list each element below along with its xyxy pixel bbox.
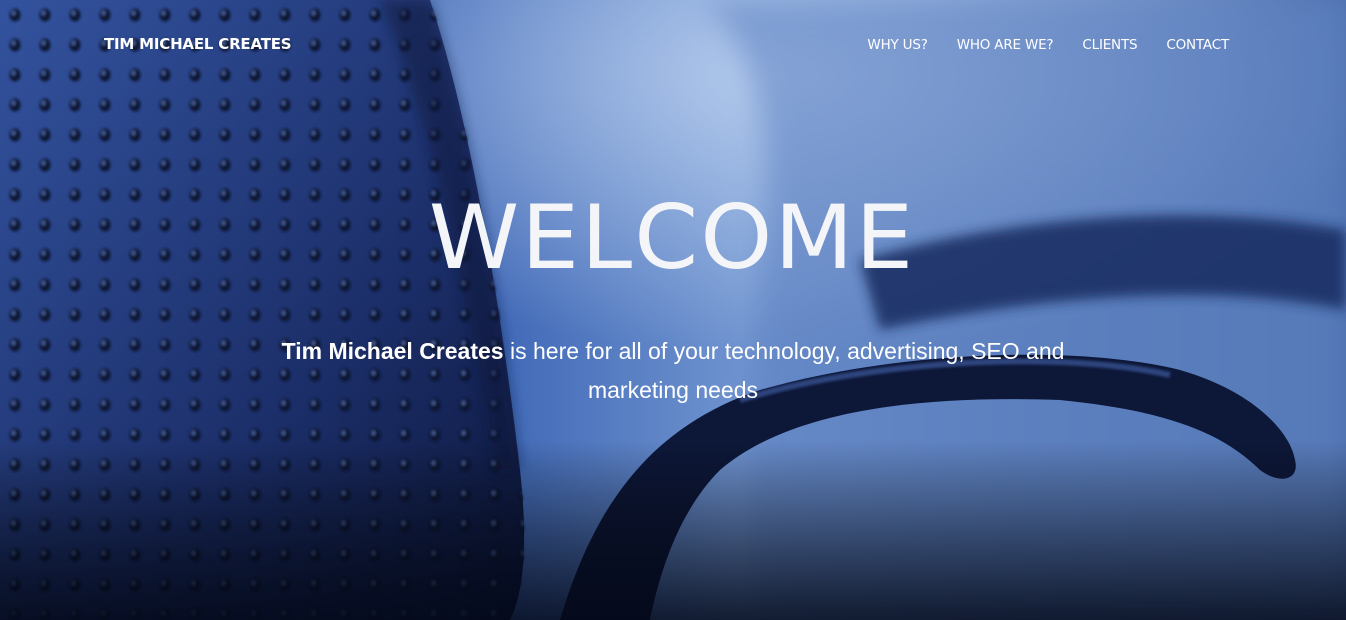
hero-background-image	[0, 0, 1346, 620]
nav-item-contact: CONTACT	[1166, 36, 1229, 54]
hero-tagline-text: is here for all of your technology, adve…	[503, 338, 1065, 403]
nav-item-who-are-we: WHO ARE WE?	[957, 36, 1054, 54]
brand-logo-link[interactable]: TIM MICHAEL CREATES	[104, 35, 292, 53]
nav-link-contact[interactable]: CONTACT	[1166, 37, 1229, 53]
nav-link-clients[interactable]: CLIENTS	[1082, 37, 1137, 53]
hero-headline: WELCOME	[428, 186, 916, 289]
nav-link-why-us[interactable]: WHY US?	[867, 37, 927, 53]
main-nav: WHY US? WHO ARE WE? CLIENTS CONTACT	[867, 36, 1229, 54]
nav-item-why-us: WHY US?	[867, 36, 927, 54]
hero-section: TIM MICHAEL CREATES WHY US? WHO ARE WE? …	[0, 0, 1346, 620]
top-navigation-bar: TIM MICHAEL CREATES WHY US? WHO ARE WE? …	[0, 0, 1346, 90]
nav-link-who-are-we[interactable]: WHO ARE WE?	[957, 37, 1054, 53]
nav-item-clients: CLIENTS	[1082, 36, 1137, 54]
hero-tagline: Tim Michael Creates is here for all of y…	[273, 332, 1073, 410]
hero-tagline-brand: Tim Michael Creates	[281, 338, 504, 364]
